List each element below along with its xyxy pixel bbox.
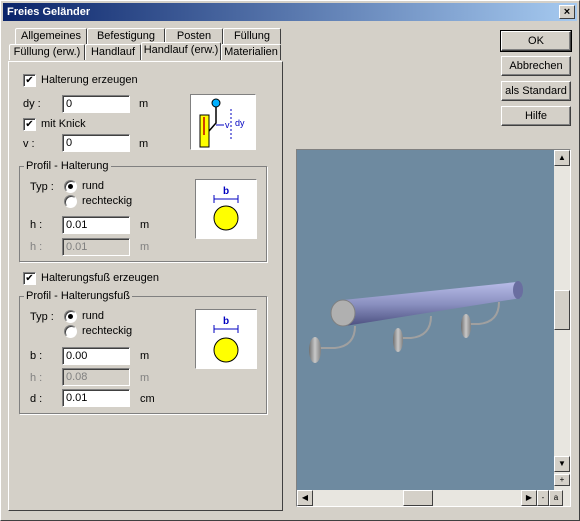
profil-fuss-illustration: b [195, 309, 257, 369]
scroll-up-icon[interactable]: ▲ [554, 150, 570, 166]
rund-label: rund [82, 180, 105, 192]
h-unit: m [140, 219, 150, 231]
dy-label: dy : [23, 98, 41, 110]
profil-fuss-diagram: b [213, 316, 239, 363]
mit-knick-label: mit Knick [41, 118, 86, 130]
title-bar: Freies Geländer × [3, 3, 577, 21]
h2-input[interactable]: 0.01 [62, 238, 130, 256]
profil-fuss-group: Profil - Halterungsfuß Typ : rund rechte… [19, 290, 267, 414]
horizontal-scroll-thumb[interactable] [403, 490, 433, 506]
v-input[interactable]: 0 [62, 134, 130, 152]
close-icon[interactable]: × [559, 5, 575, 19]
scroll-down-icon[interactable]: ▼ [554, 456, 570, 472]
zoom-auto-button[interactable]: a [549, 490, 563, 506]
tab-fuellung-erw[interactable]: Füllung (erw.) [9, 44, 85, 60]
profil-halterung-diagram: b [213, 186, 239, 231]
tab-panel: ✔ Halterung erzeugen dy : 0 m ✔ mit Knic… [8, 61, 283, 511]
zoom-in-button[interactable]: + [554, 474, 570, 486]
fuss-rechteckig-label: rechteckig [82, 325, 133, 337]
mit-knick-checkbox[interactable]: ✔ [23, 118, 36, 131]
v-unit: m [139, 138, 149, 150]
halterung-erzeugen-checkbox[interactable]: ✔ [23, 74, 36, 87]
fuss-typ-label: Typ : [30, 311, 54, 323]
horizontal-scrollbar[interactable]: ◀ ▶ - a [297, 490, 570, 506]
v-illus-label: v [225, 120, 230, 130]
fuss-d-input[interactable]: 0.01 [62, 389, 130, 407]
h-input[interactable]: 0.01 [62, 216, 130, 234]
profil-fuss-title: Profil - Halterungsfuß [24, 290, 132, 302]
typ-label: Typ : [30, 181, 54, 193]
rund-radio[interactable] [64, 180, 77, 193]
tab-handlauf-erw[interactable]: Handlauf (erw.) [141, 42, 221, 60]
fuss-h-unit: m [140, 372, 150, 384]
fuss-erzeugen-label: Halterungsfuß erzeugen [41, 272, 160, 284]
halterung-diagram: v dy [199, 98, 245, 148]
fuss-h-label: h : [30, 372, 43, 384]
dialog-window: Freies Geländer × Allgemeines Befestigun… [0, 0, 580, 521]
profil-halterung-title: Profil - Halterung [24, 160, 111, 172]
fuss-rechteckig-radio[interactable] [64, 325, 77, 338]
h2-label: h : [30, 241, 43, 253]
halterung-erzeugen-label: Halterung erzeugen [41, 74, 138, 86]
rechteckig-radio[interactable] [64, 195, 77, 208]
cancel-button[interactable]: Abbrechen [501, 56, 571, 76]
as-standard-button[interactable]: als Standard [501, 81, 571, 101]
vertical-scroll-thumb[interactable] [554, 290, 570, 330]
fuss-b-unit: m [140, 350, 150, 362]
h-label: h : [30, 219, 43, 231]
tab-allgemeines[interactable]: Allgemeines [15, 28, 87, 44]
window-title: Freies Geländer [7, 6, 91, 18]
fuss-rund-label: rund [82, 310, 105, 322]
dy-input[interactable]: 0 [62, 95, 130, 113]
tab-handlauf[interactable]: Handlauf [85, 44, 141, 60]
zoom-out-button[interactable]: - [537, 490, 549, 506]
halterung-illustration: v dy [190, 94, 256, 150]
profil-halterung-illustration: b [195, 179, 257, 239]
dy-unit: m [139, 98, 149, 110]
fuss-b-label: b : [30, 350, 43, 362]
fuss-d-label: d : [30, 393, 43, 405]
ok-button[interactable]: OK [500, 30, 572, 52]
v-label: v : [23, 138, 35, 150]
fuss-b-input[interactable]: 0.00 [62, 347, 130, 365]
b-illus-label: b [223, 186, 229, 197]
rechteckig-label: rechteckig [82, 195, 133, 207]
fuss-rund-radio[interactable] [64, 310, 77, 323]
tab-fuellung[interactable]: Füllung [223, 28, 281, 44]
railing-3d-preview [309, 281, 523, 363]
dy-illus-label: dy [235, 118, 245, 128]
fuss-d-unit: cm [140, 393, 155, 405]
help-button[interactable]: Hilfe [501, 106, 571, 126]
preview-viewport[interactable]: ▲ ▼ + ◀ ▶ - a [296, 149, 571, 507]
tab-materialien[interactable]: Materialien [221, 44, 281, 60]
profil-halterung-group: Profil - Halterung Typ : rund rechteckig… [19, 160, 267, 262]
vertical-scrollbar[interactable]: ▲ ▼ + [554, 150, 570, 490]
fuss-h-input[interactable]: 0.08 [62, 368, 130, 386]
h2-unit: m [140, 241, 150, 253]
fuss-b-illus-label: b [223, 316, 229, 327]
scroll-right-icon[interactable]: ▶ [521, 490, 537, 506]
fuss-erzeugen-checkbox[interactable]: ✔ [23, 272, 36, 285]
scroll-left-icon[interactable]: ◀ [297, 490, 313, 506]
